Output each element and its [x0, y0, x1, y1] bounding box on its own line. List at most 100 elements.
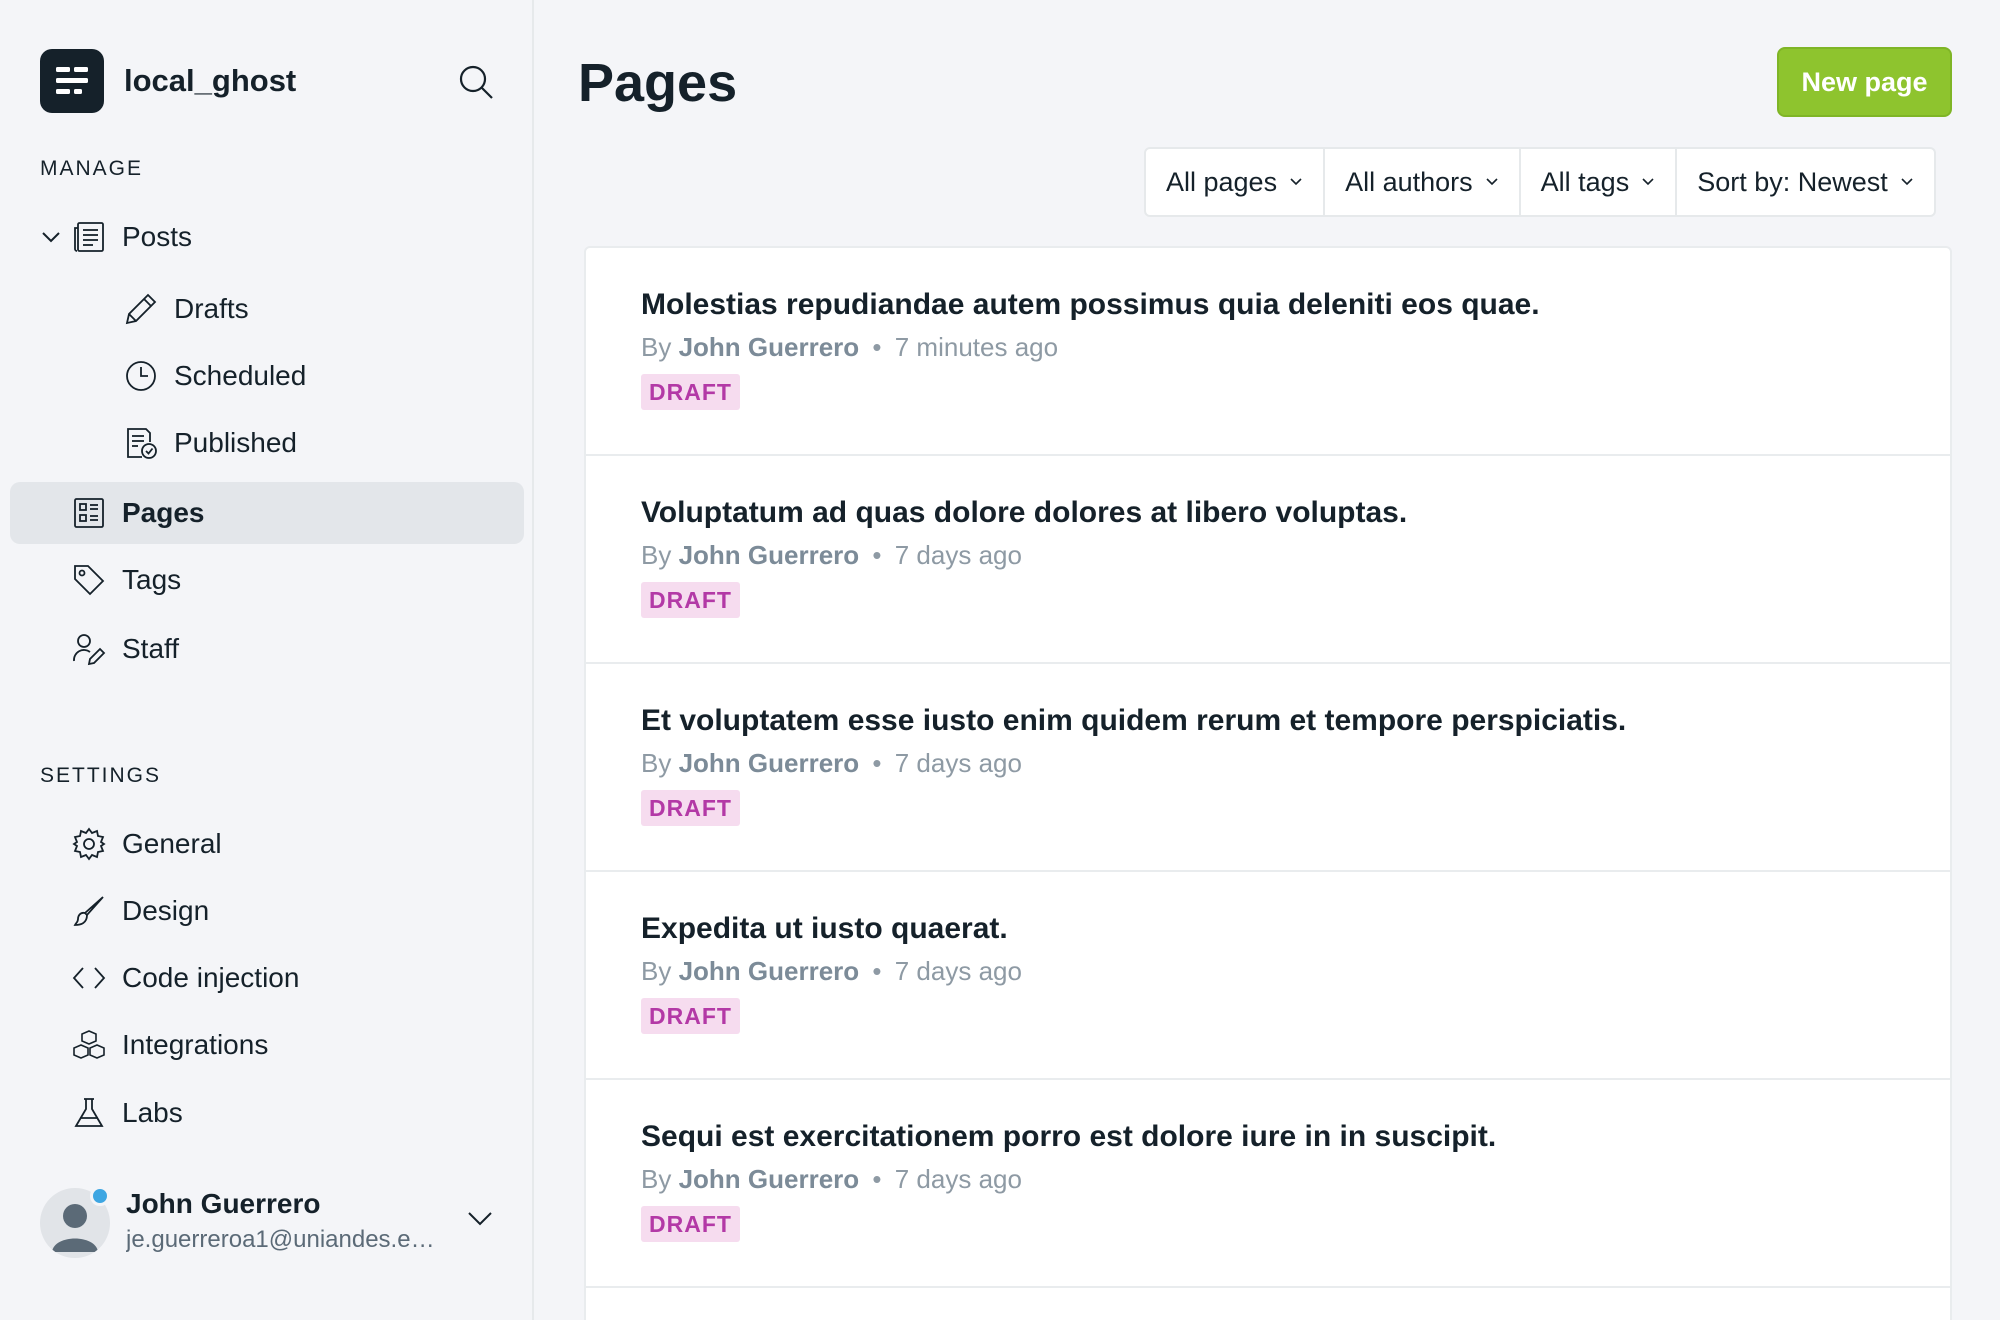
sidebar-item-labs[interactable]: Labs [10, 1082, 524, 1144]
user-email: je.guerreroa1@uniandes.edu.co [126, 1226, 446, 1253]
sidebar-item-label: Published [174, 427, 297, 458]
meta-separator: • [872, 748, 882, 778]
page-meta: By John Guerrero • 7 days ago [641, 956, 1022, 987]
meta-by: By [641, 332, 672, 362]
sidebar-item-design[interactable]: Design [10, 880, 524, 942]
sidebar-item-label: Integrations [122, 1029, 269, 1060]
page-title-link[interactable]: Expedita ut iusto quaerat. [641, 912, 1008, 946]
published-icon [124, 426, 158, 460]
page-title: Pages [578, 53, 738, 113]
sidebar-item-label: Pages [122, 497, 205, 528]
pencil-icon [124, 292, 158, 326]
sidebar-item-integrations[interactable]: Integrations [10, 1014, 524, 1076]
site-brand[interactable]: local_ghost [40, 48, 296, 114]
page-author: John Guerrero [678, 956, 860, 986]
staff-icon [72, 632, 106, 666]
sidebar-item-label: Design [122, 895, 210, 926]
filter-tag-dropdown[interactable]: All tags [1521, 149, 1678, 215]
meta-by: By [641, 748, 672, 778]
new-page-button[interactable]: New page [1777, 47, 1952, 117]
sidebar-item-general[interactable]: General [10, 813, 524, 875]
clock-icon [124, 359, 158, 393]
settings-section-label: SETTINGS [40, 764, 162, 787]
site-name: local_ghost [124, 63, 297, 98]
meta-separator: • [872, 1164, 882, 1194]
page-row[interactable]: Sequi est exercitationem porro est dolor… [586, 1080, 1950, 1288]
meta-by: By [641, 540, 672, 570]
page-row[interactable]: Expedita ut iusto quaerat. By John Guerr… [586, 872, 1950, 1080]
sidebar-item-label: Scheduled [174, 360, 307, 391]
brush-icon [72, 894, 106, 928]
filter-author-dropdown[interactable]: All authors [1325, 149, 1521, 215]
sidebar-item-pages[interactable]: Pages [10, 482, 524, 544]
chevron-down-icon[interactable] [40, 228, 62, 246]
manage-section-label: MANAGE [40, 157, 144, 180]
ghost-logo-icon [40, 49, 104, 113]
user-menu[interactable]: John Guerrero je.guerreroa1@uniandes.edu… [40, 1184, 500, 1268]
filter-type-dropdown[interactable]: All pages [1146, 149, 1326, 215]
sidebar-item-scheduled[interactable]: Scheduled [10, 345, 524, 407]
user-name: John Guerrero [126, 1188, 321, 1219]
meta-separator: • [872, 540, 882, 570]
filter-label: All pages [1166, 166, 1278, 197]
status-badge: DRAFT [641, 1206, 740, 1242]
sidebar-item-posts[interactable]: Posts [10, 206, 524, 268]
sort-dropdown[interactable]: Sort by: Newest [1677, 149, 1934, 215]
page-time: 7 days ago [894, 540, 1022, 570]
filter-bar: All pages All authors All tags Sort by: … [1144, 147, 1936, 217]
search-icon[interactable] [456, 62, 496, 102]
sidebar-item-code-injection[interactable]: Code injection [10, 947, 524, 1009]
page-title-link[interactable]: Sequi est exercitationem porro est dolor… [641, 1120, 1496, 1154]
sidebar-item-label: Labs [122, 1097, 183, 1128]
page-author: John Guerrero [678, 540, 860, 570]
meta-separator: • [872, 956, 882, 986]
page-title-link[interactable]: Voluptatum ad quas dolore dolores at lib… [641, 496, 1407, 530]
page-author: John Guerrero [678, 1164, 860, 1194]
status-badge: DRAFT [641, 998, 740, 1034]
page-row[interactable]: Molestias repudiandae autem possimus qui… [586, 248, 1950, 456]
page-time: 7 days ago [894, 1164, 1022, 1194]
page-meta: By John Guerrero • 7 days ago [641, 748, 1022, 779]
filter-label: All tags [1540, 166, 1630, 197]
page-meta: By John Guerrero • 7 days ago [641, 1164, 1022, 1195]
sidebar-item-published[interactable]: Published [10, 412, 524, 474]
page-time: 7 days ago [894, 748, 1022, 778]
page-row[interactable]: Voluptatum ad quas dolore dolores at lib… [586, 456, 1950, 664]
sidebar-item-label: Staff [122, 633, 180, 664]
chevron-down-icon [1901, 178, 1913, 186]
meta-separator: • [872, 332, 882, 362]
page-time: 7 days ago [894, 956, 1022, 986]
page-meta: By John Guerrero • 7 days ago [641, 540, 1022, 571]
page-author: John Guerrero [678, 332, 860, 362]
pages-list: Molestias repudiandae autem possimus qui… [584, 246, 1952, 1320]
page-time: 7 minutes ago [894, 332, 1059, 362]
sidebar: local_ghost MANAGE Posts Drafts Schedule… [0, 0, 534, 1320]
meta-by: By [641, 956, 672, 986]
filter-label: Sort by: Newest [1697, 166, 1888, 197]
chevron-down-icon[interactable] [466, 1208, 494, 1228]
page-title-link[interactable]: Et voluptatem esse iusto enim quidem rer… [641, 704, 1626, 738]
status-badge: DRAFT [641, 374, 740, 410]
posts-icon [72, 220, 106, 254]
chevron-down-icon [1486, 178, 1498, 186]
code-icon [72, 961, 106, 995]
sidebar-item-staff[interactable]: Staff [10, 618, 524, 680]
page-title-link[interactable]: Molestias repudiandae autem possimus qui… [641, 288, 1540, 322]
page-meta: By John Guerrero • 7 minutes ago [641, 332, 1058, 363]
gear-icon [72, 827, 106, 861]
filter-label: All authors [1345, 166, 1473, 197]
tag-icon [72, 563, 106, 597]
meta-by: By [641, 1164, 672, 1194]
sidebar-item-tags[interactable]: Tags [10, 549, 524, 611]
page-row[interactable]: Et voluptatem esse iusto enim quidem rer… [586, 664, 1950, 872]
integrations-icon [72, 1028, 106, 1062]
pages-icon [72, 496, 106, 530]
sidebar-item-label: Code injection [122, 962, 300, 993]
status-badge: DRAFT [641, 790, 740, 826]
sidebar-item-label: Drafts [174, 293, 249, 324]
chevron-down-icon [1642, 178, 1654, 186]
status-indicator [90, 1186, 110, 1206]
sidebar-item-label: General [122, 828, 222, 859]
page-author: John Guerrero [678, 748, 860, 778]
sidebar-item-drafts[interactable]: Drafts [10, 278, 524, 340]
